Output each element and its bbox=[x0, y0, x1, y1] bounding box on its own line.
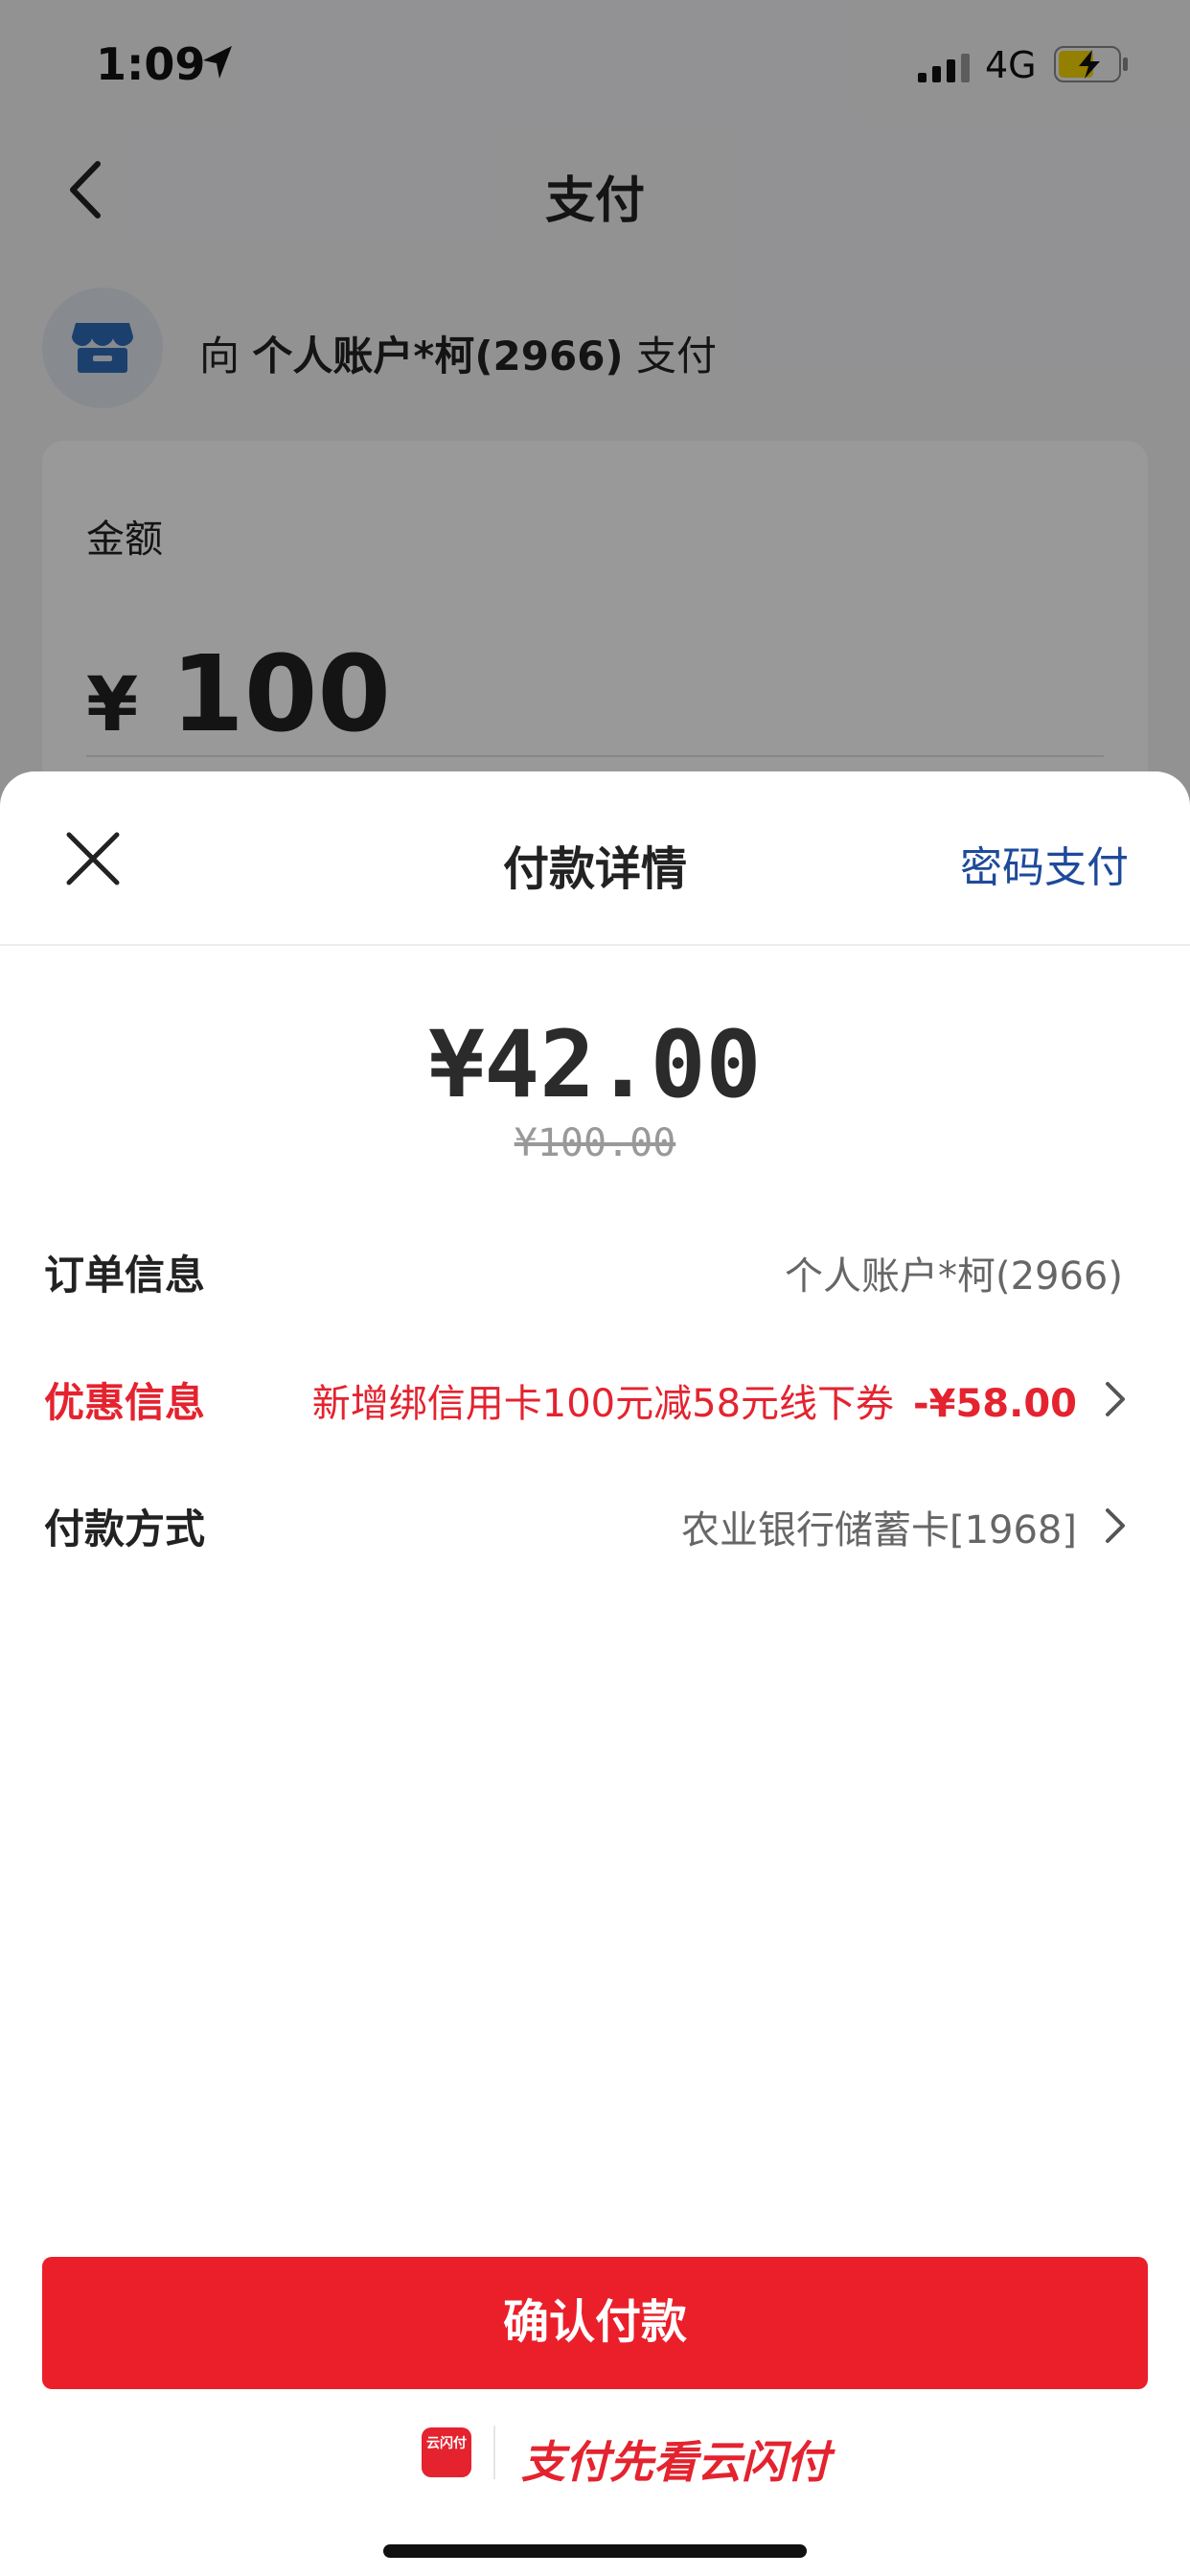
confirm-payment-button[interactable]: 确认付款 bbox=[42, 2257, 1148, 2389]
payment-method-value: 农业银行储蓄卡[1968] bbox=[680, 1508, 1077, 1552]
discount-info-value: 新增绑信用卡100元减58元线下券 -¥58.00 bbox=[312, 1372, 1077, 1428]
payment-details-sheet: 付款详情 密码支付 ¥42.00 ¥100.00 订单信息 个人账户*柯(296… bbox=[0, 771, 1190, 2576]
close-icon[interactable] bbox=[59, 825, 126, 892]
payment-method-label: 付款方式 bbox=[44, 1506, 206, 1552]
original-price: ¥100.00 bbox=[514, 1121, 676, 1165]
chevron-right-icon bbox=[1106, 1382, 1125, 1416]
footer-divider bbox=[493, 2426, 495, 2479]
chevron-right-icon bbox=[1106, 1508, 1125, 1543]
order-info-row: 订单信息 个人账户*柯(2966) bbox=[0, 1224, 1190, 1310]
footer-slogan: 支付先看云闪付 bbox=[521, 2436, 830, 2488]
discount-description: 新增绑信用卡100元减58元线下券 bbox=[311, 1382, 895, 1426]
home-indicator bbox=[383, 2544, 807, 2558]
payment-method-row[interactable]: 付款方式 农业银行储蓄卡[1968] bbox=[0, 1478, 1190, 1564]
password-pay-link[interactable]: 密码支付 bbox=[960, 833, 1129, 894]
discount-info-label: 优惠信息 bbox=[44, 1379, 206, 1426]
sheet-header: 付款详情 密码支付 bbox=[0, 771, 1190, 946]
final-price: ¥42.00 bbox=[428, 1011, 762, 1118]
footer-branding: 云闪付 支付先看云闪付 bbox=[0, 2422, 1190, 2489]
unionpay-quickpass-logo: 云闪付 bbox=[422, 2427, 471, 2477]
discount-amount: -¥58.00 bbox=[913, 1382, 1077, 1426]
discount-info-row[interactable]: 优惠信息 新增绑信用卡100元减58元线下券 -¥58.00 bbox=[0, 1351, 1190, 1438]
screen: 1:09 4G 支付 向 个人账户*柯(2966) 支付 金额 ¥ 100 付款… bbox=[0, 0, 1190, 2576]
order-info-label: 订单信息 bbox=[44, 1252, 206, 1299]
order-info-value: 个人账户*柯(2966) bbox=[784, 1254, 1123, 1299]
